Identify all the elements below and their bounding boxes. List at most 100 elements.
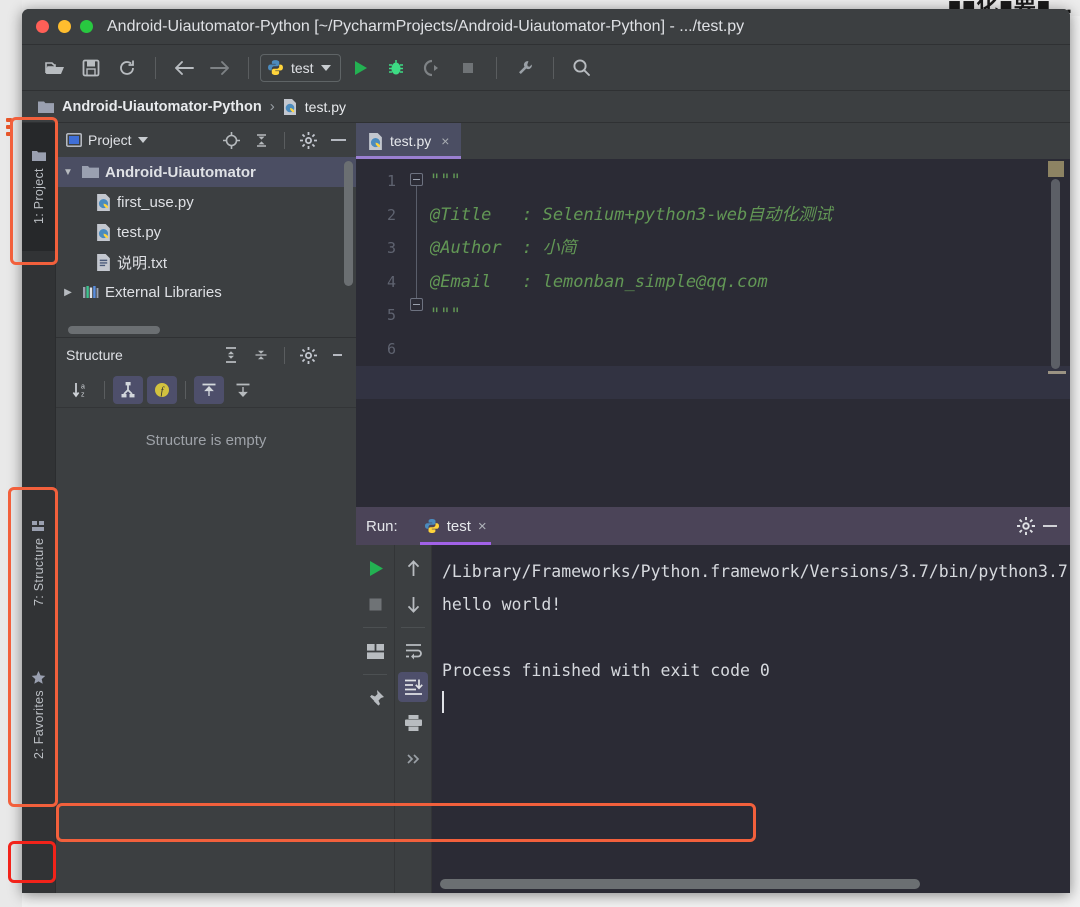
code-line-4: @Email : lemonban_simple@qq.com xyxy=(430,272,768,292)
console-horizontal-scrollbar[interactable] xyxy=(440,879,920,889)
tab-test-py[interactable]: test.py × xyxy=(356,123,461,159)
editor-marker-warning[interactable] xyxy=(1048,161,1064,177)
scroll-to-source-icon[interactable] xyxy=(228,376,258,404)
collapse-all-icon[interactable] xyxy=(249,343,273,367)
project-tree-vertical-scrollbar[interactable] xyxy=(344,161,353,286)
sort-alphabetically-icon[interactable]: az xyxy=(66,376,96,404)
fold-collapse-icon[interactable] xyxy=(410,173,423,186)
tree-row-external-libraries[interactable]: ▶ External Libraries xyxy=(56,277,356,307)
minimize-button[interactable] xyxy=(58,20,71,33)
editor-column: test.py × 1 2 3 4 5 6 7 xyxy=(356,123,1070,893)
tree-row-android-uiautomator[interactable]: ▼ Android-Uiautomator xyxy=(56,157,356,187)
run-right-rail xyxy=(394,545,432,893)
chevron-down-icon[interactable]: ▼ xyxy=(60,167,76,178)
run-button[interactable] xyxy=(343,53,377,83)
up-arrow-icon[interactable] xyxy=(398,553,428,583)
breadcrumb-file[interactable]: test.py xyxy=(305,99,346,115)
run-with-coverage-button[interactable] xyxy=(415,53,449,83)
back-arrow-icon[interactable] xyxy=(167,53,201,83)
project-panel-title: Project xyxy=(88,132,132,148)
chevron-down-icon[interactable] xyxy=(321,65,331,71)
sync-refresh-icon[interactable] xyxy=(110,53,144,83)
gear-icon[interactable] xyxy=(296,343,320,367)
code-folding-gutter[interactable] xyxy=(404,159,430,507)
console-text-caret xyxy=(442,691,444,713)
fold-end-icon[interactable] xyxy=(410,298,423,311)
sidebar-item-favorites[interactable]: 2: Favorites xyxy=(22,641,56,789)
structure-icon xyxy=(32,520,46,532)
show-inherited-icon[interactable] xyxy=(113,376,143,404)
stop-icon[interactable] xyxy=(360,589,390,619)
sidebar-item-project[interactable]: 1: Project xyxy=(22,123,56,251)
rerun-icon[interactable] xyxy=(360,553,390,583)
toolbar-divider xyxy=(104,381,105,399)
chevron-right-icon[interactable]: ▶ xyxy=(60,287,76,298)
down-arrow-icon[interactable] xyxy=(398,589,428,619)
gear-icon[interactable] xyxy=(1014,514,1038,538)
open-folder-icon[interactable] xyxy=(38,53,72,83)
structure-panel: Structure xyxy=(56,337,356,893)
project-view-icon xyxy=(66,133,82,147)
code-line-3: @Author : 小简 xyxy=(430,238,577,258)
close-icon[interactable]: × xyxy=(478,518,487,535)
gear-icon[interactable] xyxy=(296,128,320,152)
scroll-from-source-icon[interactable] xyxy=(194,376,224,404)
search-icon[interactable] xyxy=(565,53,599,83)
run-tab-test[interactable]: test × xyxy=(416,507,495,545)
tab-label: test.py xyxy=(390,133,431,149)
close-button[interactable] xyxy=(36,20,49,33)
stop-button[interactable] xyxy=(451,53,485,83)
print-icon[interactable] xyxy=(398,708,428,738)
settings-button[interactable] xyxy=(508,53,542,83)
structure-panel-header: Structure xyxy=(56,338,356,372)
layout-icon[interactable] xyxy=(360,636,390,666)
python-file-icon xyxy=(96,194,111,211)
close-icon[interactable]: × xyxy=(441,133,449,149)
editor-marker-change[interactable] xyxy=(1048,371,1066,374)
editor-tab-bar: test.py × xyxy=(356,123,1070,159)
pin-tab-icon[interactable] xyxy=(360,683,390,713)
run-tool-window: Run: test × xyxy=(356,507,1070,893)
soft-wrap-icon[interactable] xyxy=(398,636,428,666)
code-editor[interactable]: 1 2 3 4 5 6 7 """ @Title : Selenium+pyth… xyxy=(356,159,1070,507)
fold-region-line xyxy=(416,181,417,299)
more-icon[interactable] xyxy=(398,744,428,774)
line-number: 2 xyxy=(356,199,404,233)
editor-vertical-scrollbar[interactable] xyxy=(1051,179,1060,369)
tree-row-shuoming-txt[interactable]: 说明.txt xyxy=(56,247,356,277)
hide-icon[interactable] xyxy=(326,343,350,367)
window-controls[interactable] xyxy=(36,20,93,33)
tree-row-label: External Libraries xyxy=(105,284,222,301)
project-panel-header: Project xyxy=(56,123,356,157)
toolbar-divider xyxy=(155,57,156,79)
tree-row-test-py[interactable]: test.py xyxy=(56,217,356,247)
hide-icon[interactable] xyxy=(1038,514,1062,538)
sidebar-item-structure[interactable]: 7: Structure xyxy=(22,493,56,633)
code-line-2: @Title : Selenium+python3-web自动化测试 xyxy=(430,205,832,225)
line-number: 4 xyxy=(356,266,404,300)
structure-empty-message: Structure is empty xyxy=(56,408,356,893)
zoom-button[interactable] xyxy=(80,20,93,33)
sidebar-item-favorites-label: 2: Favorites xyxy=(32,691,46,760)
show-fields-icon[interactable]: f xyxy=(147,376,177,404)
save-all-icon[interactable] xyxy=(74,53,108,83)
project-tree-horizontal-scrollbar[interactable] xyxy=(68,326,160,334)
project-view-chevron-down-icon[interactable] xyxy=(138,137,148,143)
locate-icon[interactable] xyxy=(219,128,243,152)
folder-icon xyxy=(32,150,46,162)
run-console-output[interactable]: /Library/Frameworks/Python.framework/Ver… xyxy=(432,545,1070,893)
rail-divider-3 xyxy=(401,627,425,628)
breadcrumb-project[interactable]: Android-Uiautomator-Python xyxy=(62,99,262,115)
structure-toolbar: az f xyxy=(56,372,356,408)
expand-all-icon[interactable] xyxy=(219,343,243,367)
forward-arrow-icon[interactable] xyxy=(203,53,237,83)
code-content[interactable]: """ @Title : Selenium+python3-web自动化测试 @… xyxy=(430,159,1070,507)
scroll-to-end-icon[interactable] xyxy=(398,672,428,702)
background-orange-dots xyxy=(6,118,13,178)
debug-button[interactable] xyxy=(379,53,413,83)
hide-icon[interactable] xyxy=(326,128,350,152)
run-configuration-selector[interactable]: test xyxy=(260,54,341,82)
collapse-all-icon[interactable] xyxy=(249,128,273,152)
tree-row-first-use-py[interactable]: first_use.py xyxy=(56,187,356,217)
project-tree[interactable]: ▼ Android-Uiautomator first_use.py test.… xyxy=(56,157,356,337)
